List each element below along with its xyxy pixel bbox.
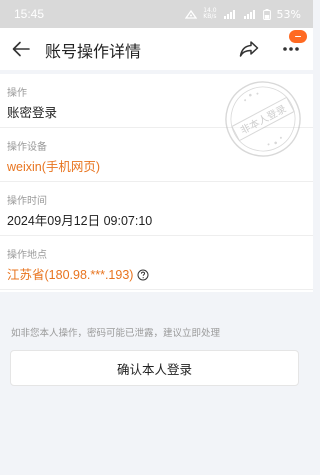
detail-card: 操作 账密登录 操作设备 weixin(手机网页) 操作时间 2024年09月1…: [0, 74, 313, 292]
device-value: weixin(手机网页): [7, 160, 101, 174]
time-label: 操作时间: [7, 196, 47, 207]
signal-icon-2: [243, 9, 257, 19]
page-title: 账号操作详情: [45, 44, 142, 61]
location-value-wrap: 江苏省(180.98.***.193): [7, 264, 149, 283]
time-value: 2024年09月12日 09:07:10: [7, 214, 153, 228]
app-bar: 账号操作详情: [0, 28, 313, 70]
row-time: 操作时间 2024年09月12日 09:07:10: [0, 182, 313, 236]
battery-icon: [262, 8, 271, 20]
device-label: 操作设备: [7, 142, 47, 153]
status-bar: 15:45 14.0 KB/s 53%: [0, 0, 313, 28]
alarm-icon: [185, 9, 198, 19]
location-value: 江苏省(180.98.***.193): [7, 268, 134, 282]
location-label: 操作地点: [7, 250, 47, 261]
operation-label: 操作: [7, 88, 27, 99]
not-me-login-stamp: 非本人登录: [225, 81, 301, 157]
signal-icon: [223, 9, 237, 19]
back-button[interactable]: [10, 38, 32, 60]
more-icon: [283, 47, 299, 51]
back-arrow-icon: [12, 41, 30, 57]
share-icon: [239, 41, 259, 57]
operation-value: 账密登录: [7, 106, 58, 120]
network-speed: 14.0 KB/s: [203, 7, 217, 20]
help-icon[interactable]: [137, 269, 149, 281]
confirm-self-login-button[interactable]: 确认本人登录: [10, 350, 299, 386]
status-icons: 14.0 KB/s 53%: [185, 8, 301, 21]
share-button[interactable]: [238, 38, 260, 60]
security-warning: 如非您本人操作，密码可能已泄露，建议立即处理: [11, 328, 221, 339]
status-time: 15:45: [14, 7, 45, 21]
row-location: 操作地点 江苏省(180.98.***.193): [0, 236, 313, 290]
notification-badge: [289, 30, 307, 43]
battery-percent: 53%: [276, 7, 301, 21]
